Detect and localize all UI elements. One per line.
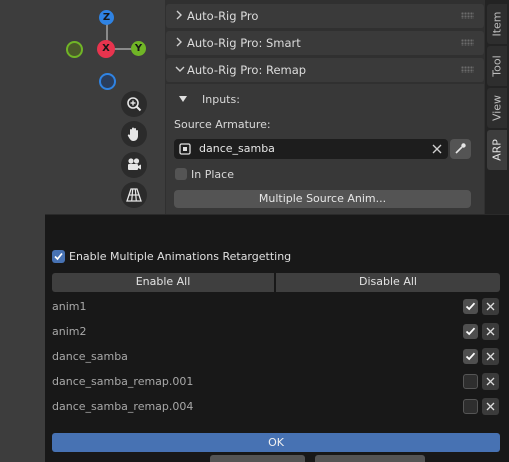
panel-title: Auto-Rig Pro: Remap [187, 63, 307, 77]
anim-remove-button[interactable] [482, 323, 499, 340]
panel-header-auto-rig-pro-smart[interactable]: Auto-Rig Pro: Smart [166, 31, 484, 55]
tab-item[interactable]: Item [487, 4, 507, 44]
chevron-down-icon [175, 66, 185, 72]
in-place-label: In Place [191, 168, 234, 181]
eyedropper-icon [455, 143, 466, 154]
anim-name: dance_samba [52, 350, 128, 363]
armature-icon [179, 143, 191, 155]
panel-title: Auto-Rig Pro [187, 9, 259, 23]
source-armature-value: dance_samba [199, 142, 275, 155]
anim-enable-checkbox[interactable] [463, 399, 478, 414]
tab-tool[interactable]: Tool [487, 46, 507, 86]
pan-button[interactable] [121, 121, 147, 147]
zoom-icon [127, 97, 142, 112]
gizmo-neg-z-axis[interactable] [99, 73, 116, 90]
tab-view[interactable]: View [487, 88, 507, 128]
checkmark-icon [54, 252, 63, 261]
chevron-right-icon [176, 37, 182, 47]
ortho-grid-button[interactable] [121, 182, 147, 208]
eyedropper-button[interactable] [450, 139, 471, 159]
panel-header-auto-rig-pro-remap[interactable]: Auto-Rig Pro: Remap [166, 58, 484, 82]
anim-remove-button[interactable] [482, 398, 499, 415]
zoom-button[interactable] [121, 91, 147, 117]
enable-multiple-label: Enable Multiple Animations Retargetting [69, 250, 292, 263]
inputs-label: Inputs: [202, 93, 240, 106]
gizmo-x-axis[interactable]: X [97, 40, 115, 58]
anim-enable-checkbox[interactable] [463, 299, 478, 314]
checkmark-icon [465, 352, 476, 361]
checkmark-icon [465, 327, 476, 336]
anim-enable-checkbox[interactable] [463, 324, 478, 339]
camera-view-button[interactable] [121, 152, 147, 178]
close-icon [486, 352, 495, 361]
anim-name: anim2 [52, 325, 87, 338]
close-icon [486, 302, 495, 311]
gizmo-z-axis[interactable]: Z [99, 10, 114, 25]
gizmo-y-axis[interactable]: Y [131, 41, 146, 56]
camera-icon [128, 158, 141, 170]
checkmark-icon [465, 302, 476, 311]
drag-grip-icon[interactable] [461, 12, 474, 19]
close-icon [486, 327, 495, 336]
ok-button[interactable]: OK [52, 433, 500, 452]
anim-remove-button[interactable] [482, 298, 499, 315]
underlying-button [210, 455, 305, 462]
clear-icon[interactable] [432, 144, 442, 154]
chevron-right-icon [176, 10, 182, 20]
in-place-checkbox[interactable] [175, 168, 187, 180]
anim-name: dance_samba_remap.001 [52, 375, 194, 388]
source-armature-field[interactable]: dance_samba [174, 139, 448, 159]
enable-all-button[interactable]: Enable All [52, 273, 274, 292]
anim-name: anim1 [52, 300, 87, 313]
enable-multiple-checkbox[interactable] [52, 250, 65, 263]
panel-header-auto-rig-pro[interactable]: Auto-Rig Pro [166, 4, 484, 28]
hand-icon [127, 127, 138, 141]
source-armature-label: Source Armature: [174, 118, 271, 131]
anim-enable-checkbox[interactable] [463, 374, 478, 389]
close-icon [486, 377, 495, 386]
anim-enable-checkbox[interactable] [463, 349, 478, 364]
inputs-collapse-icon[interactable] [178, 95, 188, 103]
drag-grip-icon[interactable] [461, 39, 474, 46]
multiple-source-anim-button[interactable]: Multiple Source Anim... [174, 190, 471, 208]
drag-grip-icon[interactable] [461, 66, 474, 73]
tab-arp[interactable]: ARP [487, 130, 507, 170]
panel-title: Auto-Rig Pro: Smart [187, 36, 301, 50]
disable-all-button[interactable]: Disable All [276, 273, 500, 292]
anim-remove-button[interactable] [482, 373, 499, 390]
anim-name: dance_samba_remap.004 [52, 400, 194, 413]
grid-icon [126, 188, 142, 202]
underlying-button [315, 455, 425, 462]
anim-remove-button[interactable] [482, 348, 499, 365]
gizmo-neg-y-axis[interactable] [66, 41, 83, 58]
close-icon [486, 402, 495, 411]
